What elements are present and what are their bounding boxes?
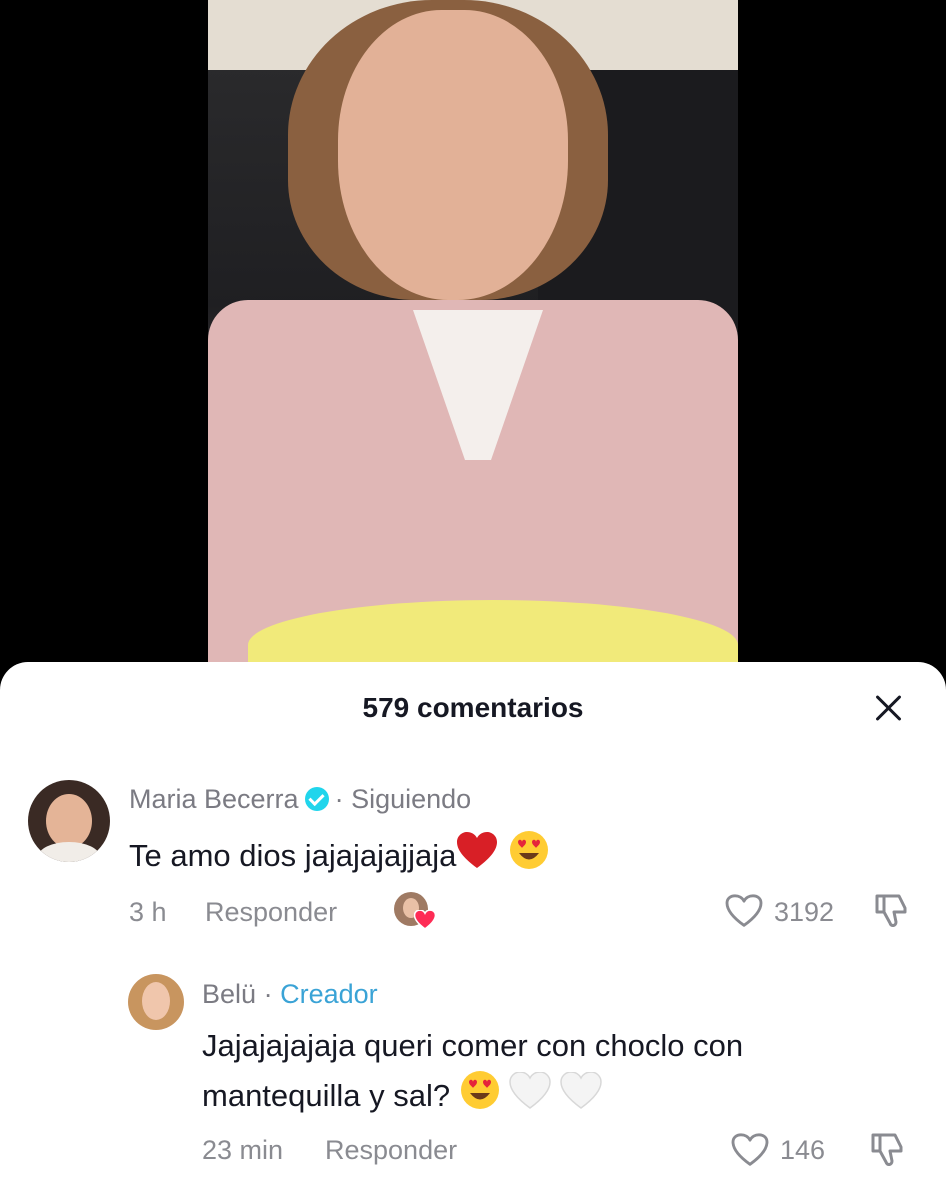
avatar-face (46, 794, 92, 848)
comment-time: 3 h (129, 897, 167, 927)
avatar-face (142, 982, 170, 1020)
video-frame (208, 0, 738, 680)
comment-text-line1: Jajajajajaja queri comer con choclo con (202, 1028, 744, 1063)
like-heart-icon[interactable] (725, 894, 763, 928)
comment-text: Te amo dios jajajajajjaja (129, 830, 552, 878)
heart-eyes-emoji (460, 1071, 499, 1109)
video-person-face (338, 10, 568, 300)
like-heart-icon[interactable] (731, 1133, 769, 1167)
dislike-icon[interactable] (872, 892, 910, 930)
video-player[interactable] (0, 0, 946, 680)
comment-text-line2: mantequilla y sal? (202, 1070, 602, 1118)
heart-eyes-emoji (510, 831, 549, 869)
creator-liked-heart-icon (414, 910, 436, 930)
avatar[interactable] (128, 974, 184, 1030)
reply-button[interactable]: Responder (325, 1135, 457, 1166)
comment-time: 23 min (202, 1135, 284, 1165)
like-count: 3192 (774, 897, 835, 927)
separator-dot: · (334, 784, 344, 814)
dislike-icon[interactable] (868, 1131, 906, 1169)
comment-author-name[interactable]: Maria Becerra (129, 784, 299, 814)
following-label: Siguiendo (351, 784, 472, 814)
red-heart-emoji (457, 832, 498, 868)
comment-text-content: Te amo dios jajajajajjaja (129, 838, 457, 873)
white-heart-emoji (560, 1072, 602, 1109)
comments-sheet: 579 comentarios Maria Becerra · Siguiendo… (0, 662, 946, 1200)
white-heart-emoji (509, 1072, 552, 1109)
verified-badge-icon (304, 787, 329, 811)
comment-text-content: mantequilla y sal? (202, 1078, 451, 1113)
reply-comment-item: Belü · Creador Jajajajajaja queri comer … (0, 942, 946, 1200)
reply-button[interactable]: Responder (205, 897, 337, 928)
comment-author-row: Belü · Creador (202, 979, 378, 1010)
avatar[interactable] (28, 780, 110, 862)
comment-author-name[interactable]: Belü (202, 979, 256, 1009)
comment-author-row: Maria Becerra · Siguiendo (129, 784, 471, 815)
creator-label: Creador (280, 979, 378, 1009)
like-count: 146 (780, 1135, 826, 1165)
separator-dot: · (263, 979, 273, 1009)
comment-item: Maria Becerra · Siguiendo Te amo dios jaj… (0, 662, 946, 942)
